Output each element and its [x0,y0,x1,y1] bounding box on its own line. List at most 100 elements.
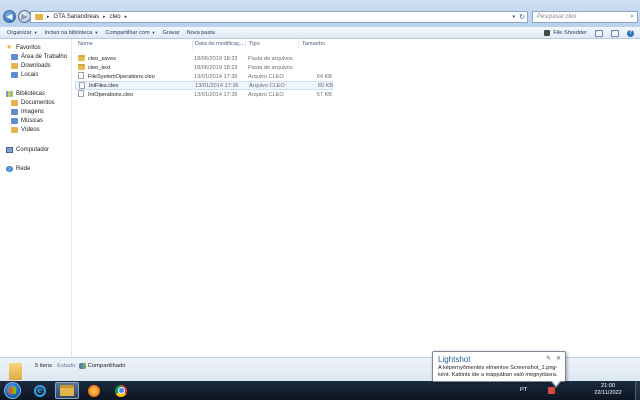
sidebar-item-network[interactable]: Rede [6,164,30,173]
documents-icon [11,99,18,106]
file-type: Arquivo CLEO [249,82,285,89]
file-date: 18/06/2019 18:23 [194,55,238,62]
include-in-library-button[interactable]: Incluir na biblioteca ▼ [45,30,99,36]
sidebar-item-label: Locais [21,71,39,78]
share-with-button[interactable]: Compartilhar com ▼ [105,30,155,36]
view-options-icon[interactable] [595,29,603,37]
explorer-folder-icon [60,385,74,396]
new-folder-button[interactable]: Nova pasta [187,30,215,36]
sidebar-item-downloads[interactable]: Downloads [11,61,51,70]
music-icon [11,117,18,124]
sidebar-item-computer[interactable]: Computador [6,145,49,154]
libraries-icon [6,90,13,97]
burn-button[interactable]: Gravar [163,30,180,36]
file-icon [78,72,84,79]
file-row[interactable]: cleo_text 18/06/2019 18:23 Pasta de arqu… [75,63,333,72]
file-name: cleo_text [88,64,111,71]
sidebar-item-label: Vídeos [21,126,40,133]
file-list: Nome Data de modificaç... Tipo Tamanho c… [73,39,640,357]
lightshot-notification[interactable]: Lightshot ✎ ✕ A képernyőmentés elmentve … [432,351,566,388]
file-type: Arquivo CLEO [248,73,284,80]
sidebar-item-label: Computador [16,146,50,153]
file-type: Pasta de arquivos [248,64,293,71]
file-name: FileSystemOperations.cleo [88,73,155,80]
sidebar-item-label: Bibliotecas [16,90,46,97]
notification-text: A képernyőmentés elmentve Screenshot_1.p… [438,365,558,378]
file-date: 13/01/2014 17:36 [195,82,239,89]
share-with-label: Compartilhar com [105,29,150,36]
file-row-hover[interactable]: IniFiles.cleo 13/01/2014 17:36 Arquivo C… [75,81,333,90]
breadcrumb-chevron-icon[interactable]: ▸ [103,14,106,20]
file-type: Pasta de arquivos [248,55,293,62]
arrow-left-icon: ◀ [6,12,13,21]
search-input[interactable]: Pesquisar cleo ⌕ [532,11,638,23]
address-bar[interactable]: ▸ GTA Sanandreas ▸ cleo ▸ ▾ ↻ [30,11,528,23]
show-desktop-button[interactable] [635,381,640,400]
shared-icon [78,363,86,369]
search-icon[interactable]: ⌕ [630,13,634,21]
breadcrumb-chevron-icon[interactable]: ▸ [125,14,128,20]
file-size: 57 KB [316,91,332,98]
file-date: 13/01/2014 17:36 [194,73,238,80]
sidebar-item-images[interactable]: Imagens [11,107,44,116]
taskbar-explorer[interactable] [55,382,79,399]
sidebar-item-label: Favoritos [16,44,41,51]
column-header-name[interactable]: Nome [78,41,93,47]
address-dropdown-icon[interactable]: ▾ [512,14,515,20]
sidebar-item-desktop[interactable]: Área de Trabalho [11,52,67,61]
help-icon[interactable]: ? [627,29,634,37]
column-divider[interactable] [245,39,246,50]
taskbar-internet-explorer[interactable]: e [28,382,52,399]
state-value: Compartilhado [87,363,126,369]
column-divider[interactable] [298,39,299,50]
sidebar-item-documents[interactable]: Documentos [11,98,55,107]
sidebar-item-favorites[interactable]: ★ Favoritos [6,43,41,52]
taskbar-media-player[interactable] [82,382,106,399]
action-center-flag-icon[interactable] [548,387,555,394]
refresh-icon[interactable]: ↻ [519,13,525,21]
sidebar-item-recent-places[interactable]: Locais [11,70,38,79]
breadcrumb-gta-sanandreas[interactable]: GTA Sanandreas [54,14,100,20]
organize-button[interactable]: Organizar ▼ [7,30,38,36]
media-player-icon [88,384,100,397]
file-type: Arquivo CLEO [248,91,284,98]
column-header-date[interactable]: Data de modificaç... [195,41,244,47]
file-row[interactable]: cleo_saves 18/06/2019 18:23 Pasta de arq… [75,54,333,63]
column-divider[interactable] [192,39,193,50]
file-row[interactable]: FileSystemOperations.cleo 13/01/2014 17:… [75,72,333,81]
file-name: IniFiles.cleo [89,82,119,89]
notification-title: Lightshot [438,355,471,364]
clock[interactable]: 21:00 22/11/2022 [588,383,628,397]
file-shredder-button[interactable]: File Shredder [544,30,587,36]
sidebar-item-label: Área de Trabalho [21,53,68,60]
sidebar-item-label: Documentos [21,99,55,106]
close-icon[interactable]: ✕ [556,355,561,362]
sidebar-item-label: Downloads [21,62,51,69]
images-icon [11,108,18,115]
item-count: 5 itens [35,363,53,369]
back-button[interactable]: ◀ [3,10,16,23]
internet-explorer-icon: e [34,384,46,397]
sidebar-item-videos[interactable]: Vídeos [11,125,40,134]
arrow-right-icon: ▶ [21,12,28,21]
sidebar-item-libraries[interactable]: Bibliotecas [6,89,45,98]
state-label: Estado: [57,363,77,369]
sidebar-item-music[interactable]: Músicas [11,116,43,125]
preview-pane-icon[interactable] [611,29,619,37]
taskbar-chrome[interactable] [109,382,133,399]
downloads-folder-icon [11,62,18,69]
notification-options-icon[interactable]: ✎ [546,355,551,362]
file-name: IntOperations.cleo [88,91,134,98]
file-row[interactable]: IntOperations.cleo 13/01/2014 17:36 Arqu… [75,90,333,99]
details-summary: 5 itens Estado: Compartilhado [35,363,125,369]
column-header-row: Nome Data de modificaç... Tipo Tamanho [73,39,640,50]
start-button[interactable] [4,382,21,399]
file-size: 64 KB [316,73,332,80]
column-header-type[interactable]: Tipo [249,41,260,47]
chrome-icon [115,384,127,397]
language-indicator[interactable]: PT [520,387,527,393]
breadcrumb-cleo[interactable]: cleo [110,14,121,20]
breadcrumb-chevron-icon[interactable]: ▸ [47,14,50,20]
toolbar-right-group: File Shredder ? [544,27,634,39]
column-header-size[interactable]: Tamanho [302,41,325,47]
